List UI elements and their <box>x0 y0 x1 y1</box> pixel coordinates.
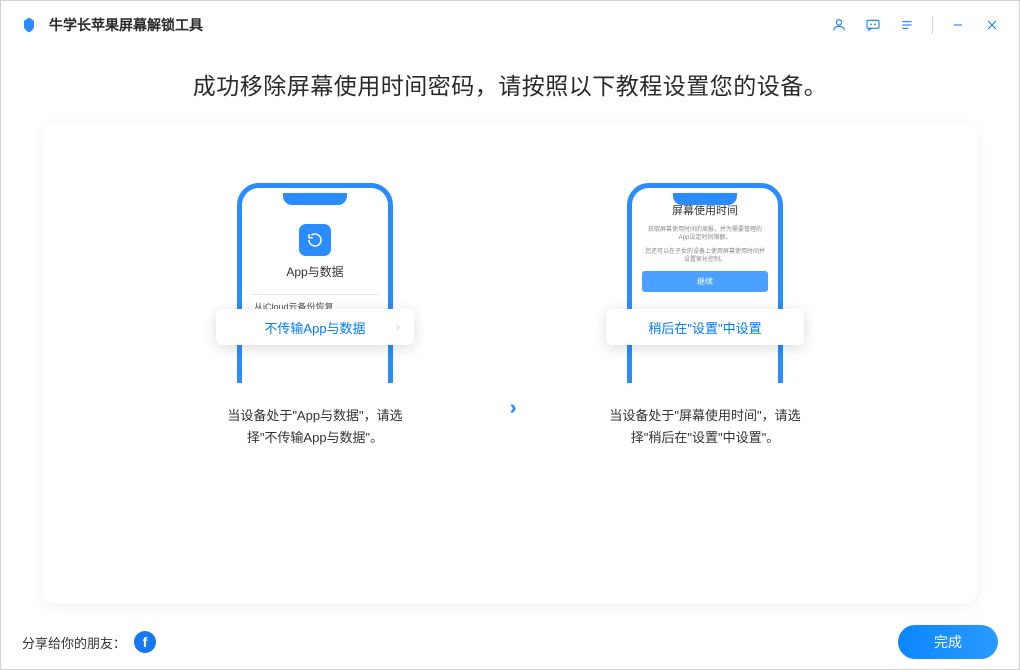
page-headline: 成功移除屏幕使用时间密码，请按照以下教程设置您的设备。 <box>1 67 1019 101</box>
step2-highlight-text: 稍后在"设置"中设置 <box>648 318 761 337</box>
phone-mock-2: 屏幕使用时间 获取屏幕使用时间的周报，并为需要管理的App设定时间限额。 您还可… <box>605 183 805 383</box>
step2-caption: 当设备处于"屏幕使用时间"，请选 择"稍后在"设置"中设置"。 <box>609 405 800 449</box>
done-button[interactable]: 完成 <box>898 625 998 659</box>
footer-bar: 分享给你的朋友： f 完成 <box>0 614 1020 670</box>
step1-highlight-text: 不传输App与数据 <box>264 318 365 337</box>
separator <box>932 16 933 34</box>
facebook-share-button[interactable]: f <box>134 631 156 653</box>
phone1-heading: App与数据 <box>252 263 378 280</box>
step-2: 屏幕使用时间 获取屏幕使用时间的周报，并为需要管理的App设定时间限额。 您还可… <box>565 183 845 449</box>
feedback-icon[interactable] <box>864 16 882 34</box>
menu-icon[interactable] <box>898 16 916 34</box>
phone2-para: 获取屏幕使用时间的周报，并为需要管理的App设定时间限额。 <box>642 226 768 243</box>
app-title: 牛学长苹果屏幕解锁工具 <box>49 15 203 35</box>
step2-highlight: 稍后在"设置"中设置 <box>606 309 804 345</box>
step1-caption: 当设备处于"App与数据"，请选 择"不传输App与数据"。 <box>227 405 402 449</box>
step-1: App与数据 从iCloud云备份恢复 从Mac或PC恢复 不传输App与数据 … <box>175 183 455 449</box>
phone-mock-1: App与数据 从iCloud云备份恢复 从Mac或PC恢复 不传输App与数据 … <box>215 183 415 383</box>
share-label: 分享给你的朋友： <box>22 633 126 652</box>
minimize-button[interactable] <box>949 16 967 34</box>
phone2-continue: 继续 <box>642 271 768 292</box>
restore-icon <box>299 224 331 256</box>
step1-highlight: 不传输App与数据 › <box>216 309 414 345</box>
title-bar: 牛学长苹果屏幕解锁工具 <box>1 1 1019 49</box>
user-icon[interactable] <box>830 16 848 34</box>
tutorial-card: App与数据 从iCloud云备份恢复 从Mac或PC恢复 不传输App与数据 … <box>43 123 977 603</box>
phone2-title: 屏幕使用时间 <box>642 202 768 218</box>
chevron-right-icon: › <box>396 320 400 334</box>
phone2-para: 您还可以在子女的设备上使用屏幕使用时间并设置家长控制。 <box>642 248 768 265</box>
close-button[interactable] <box>983 16 1001 34</box>
app-logo-icon <box>19 15 39 35</box>
titlebar-actions <box>830 16 1001 34</box>
